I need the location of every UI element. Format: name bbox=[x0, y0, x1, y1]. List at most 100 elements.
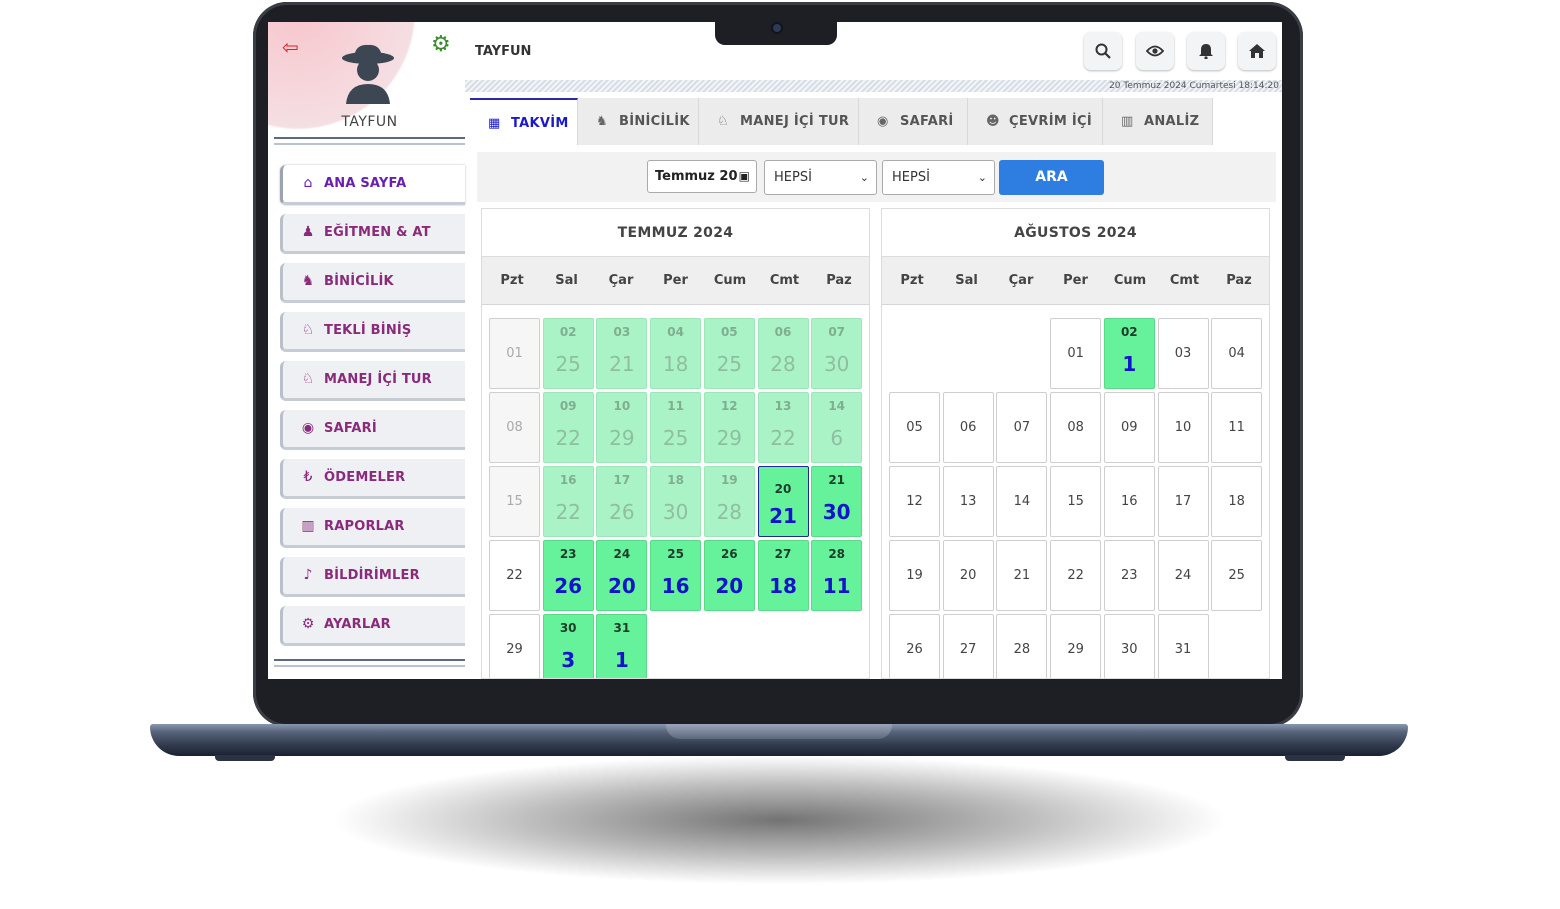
calendar-day[interactable]: 17 26 bbox=[596, 466, 648, 537]
calendar-day[interactable]: 14 bbox=[996, 466, 1048, 537]
calendar-day[interactable]: 21 30 bbox=[811, 466, 863, 537]
calendar-day[interactable]: 28 11 bbox=[811, 540, 863, 611]
sidebar-item-2[interactable]: ♞ BİNİCİLİK bbox=[280, 263, 465, 303]
calendar-day[interactable]: 03 bbox=[1157, 318, 1209, 389]
weekday-label: Cmt bbox=[769, 273, 800, 288]
calendar-day[interactable]: 07 bbox=[996, 392, 1048, 463]
calendar-icon: ▦ bbox=[488, 116, 501, 131]
tab-5[interactable]: ▥ ANALİZ bbox=[1103, 98, 1213, 145]
tab-3[interactable]: ◉ SAFARİ bbox=[859, 98, 968, 145]
calendar-day[interactable]: 04 18 bbox=[650, 318, 702, 389]
calendar-day[interactable]: 05 25 bbox=[703, 318, 755, 389]
calendar-day[interactable]: 19 bbox=[889, 540, 940, 611]
calendar-day[interactable]: 31 bbox=[1157, 614, 1209, 678]
calendar-day[interactable]: 12 29 bbox=[703, 392, 755, 463]
calendar-day[interactable]: 02 1 bbox=[1103, 318, 1155, 389]
day-count: 16 bbox=[661, 574, 690, 598]
calendar-day[interactable]: 30 3 bbox=[542, 614, 594, 678]
day-number: 25 bbox=[1228, 568, 1245, 583]
calendar-day[interactable]: 01 bbox=[1050, 318, 1102, 389]
calendar-day[interactable]: 21 bbox=[996, 540, 1048, 611]
tab-label: MANEJ İÇİ TUR bbox=[740, 114, 850, 129]
tab-0[interactable]: ▦ TAKVİM bbox=[470, 98, 578, 145]
calendar-day[interactable]: 29 bbox=[489, 614, 540, 678]
calendar-day[interactable]: 13 22 bbox=[757, 392, 809, 463]
sidebar-item-1[interactable]: ♟ EĞİTMEN & AT bbox=[280, 214, 465, 254]
calendar-day[interactable]: 27 18 bbox=[757, 540, 809, 611]
filter-select-2[interactable]: HEPSİ ⌄ bbox=[882, 160, 995, 195]
calendar-day[interactable]: 11 25 bbox=[650, 392, 702, 463]
tab-4[interactable]: ☻ ÇEVRİM İÇİ bbox=[968, 98, 1103, 145]
calendar-day[interactable]: 26 bbox=[889, 614, 940, 678]
calendar-day[interactable]: 05 bbox=[889, 392, 940, 463]
tab-2[interactable]: ♘ MANEJ İÇİ TUR bbox=[699, 98, 859, 145]
calendar-day[interactable]: 12 bbox=[889, 466, 940, 537]
calendar-day[interactable]: 15 bbox=[1050, 466, 1102, 537]
calendar-day[interactable]: 18 30 bbox=[650, 466, 702, 537]
calendar-day[interactable]: 06 28 bbox=[757, 318, 809, 389]
search-button[interactable] bbox=[1084, 32, 1122, 70]
sidebar-item-9[interactable]: ⚙ AYARLAR bbox=[280, 606, 465, 646]
main-content: TAYFUN 20 Temmuz 2024 Cumartesi 18:14:20… bbox=[465, 22, 1282, 679]
bell-icon: ♪ bbox=[303, 567, 313, 583]
calendar-day[interactable]: 20 21 bbox=[757, 466, 809, 537]
day-count: 29 bbox=[716, 426, 743, 450]
settings-gear-icon[interactable]: ⚙ bbox=[431, 33, 455, 57]
calendar-day[interactable]: 25 bbox=[1211, 540, 1263, 611]
calendar-day[interactable]: 10 bbox=[1157, 392, 1209, 463]
home-button[interactable] bbox=[1238, 32, 1276, 70]
calendar-day[interactable]: 31 1 bbox=[596, 614, 648, 678]
calendar-day[interactable]: 11 bbox=[1211, 392, 1263, 463]
calendar-day[interactable]: 04 bbox=[1211, 318, 1263, 389]
calendar-day[interactable]: 23 bbox=[1103, 540, 1155, 611]
search-submit-button[interactable]: ARA bbox=[999, 160, 1104, 195]
sidebar-item-7[interactable]: ▥ RAPORLAR bbox=[280, 508, 465, 548]
calendar-day[interactable]: 24 20 bbox=[596, 540, 648, 611]
sidebar-item-3[interactable]: ♘ TEKLİ BİNİŞ bbox=[280, 312, 465, 352]
calendar-day[interactable]: 25 16 bbox=[650, 540, 702, 611]
view-button[interactable] bbox=[1136, 32, 1174, 70]
calendar-day[interactable]: 13 bbox=[942, 466, 994, 537]
calendar-day[interactable]: 06 bbox=[942, 392, 994, 463]
filter-select-1[interactable]: HEPSİ ⌄ bbox=[764, 160, 877, 195]
sidebar-item-5[interactable]: ◉ SAFARİ bbox=[280, 410, 465, 450]
calendar-day[interactable]: 08 bbox=[489, 392, 540, 463]
calendar-day[interactable]: 09 bbox=[1103, 392, 1155, 463]
sidebar-item-8[interactable]: ♪ BİLDİRİMLER bbox=[280, 557, 465, 597]
month-input[interactable]: Temmuz 20 ▣ bbox=[647, 160, 757, 193]
tab-1[interactable]: ♞ BİNİCİLİK bbox=[578, 98, 699, 145]
sidebar-item-4[interactable]: ♘ MANEJ İÇİ TUR bbox=[280, 361, 465, 401]
sidebar-item-6[interactable]: ₺ ÖDEMELER bbox=[280, 459, 465, 499]
calendar-day[interactable]: 08 bbox=[1050, 392, 1102, 463]
sidebar-item-0[interactable]: ⌂ ANA SAYFA bbox=[280, 165, 465, 205]
day-count: 20 bbox=[607, 574, 636, 598]
calendar-day[interactable]: 22 bbox=[489, 540, 540, 611]
calendar-day[interactable]: 24 bbox=[1157, 540, 1209, 611]
calendar-day[interactable]: 09 22 bbox=[542, 392, 594, 463]
calendar-day[interactable]: 18 bbox=[1211, 466, 1263, 537]
day-count: 26 bbox=[554, 574, 583, 598]
calendar-day[interactable]: 23 26 bbox=[542, 540, 594, 611]
calendar-day[interactable]: 10 29 bbox=[596, 392, 648, 463]
calendar-day[interactable]: 15 bbox=[489, 466, 540, 537]
calendar-day[interactable]: 01 bbox=[489, 318, 540, 389]
calendar-picker-icon[interactable]: ▣ bbox=[739, 161, 750, 192]
logout-icon[interactable]: ⇦ bbox=[282, 35, 308, 59]
calendar-day[interactable]: 17 bbox=[1157, 466, 1209, 537]
calendar-day[interactable]: 29 bbox=[1050, 614, 1102, 678]
calendar-day[interactable]: 28 bbox=[996, 614, 1048, 678]
calendar-day[interactable]: 26 20 bbox=[703, 540, 755, 611]
calendar-day[interactable]: 27 bbox=[942, 614, 994, 678]
calendar-day[interactable]: 16 bbox=[1103, 466, 1155, 537]
notifications-button[interactable] bbox=[1187, 32, 1225, 70]
calendar-day[interactable]: 02 25 bbox=[542, 318, 594, 389]
calendar-day[interactable]: 19 28 bbox=[703, 466, 755, 537]
calendar-day[interactable]: 03 21 bbox=[596, 318, 648, 389]
calendar-day[interactable]: 20 bbox=[942, 540, 994, 611]
calendar-day[interactable]: 30 bbox=[1103, 614, 1155, 678]
calendar-day[interactable]: 14 6 bbox=[811, 392, 863, 463]
calendar-day[interactable]: 16 22 bbox=[542, 466, 594, 537]
calendar-day[interactable]: 22 bbox=[1050, 540, 1102, 611]
day-count: 29 bbox=[609, 426, 635, 450]
calendar-day[interactable]: 07 30 bbox=[811, 318, 863, 389]
